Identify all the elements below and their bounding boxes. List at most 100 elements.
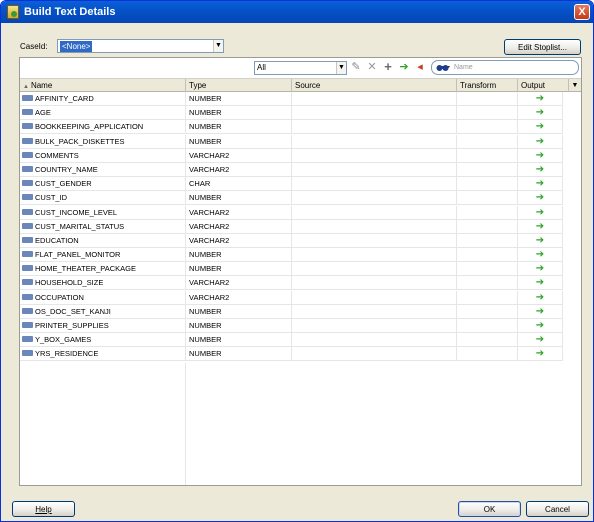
cell-source[interactable]	[292, 205, 457, 220]
cell-transform[interactable]	[457, 276, 518, 291]
cell-type[interactable]: VARCHAR2	[186, 148, 292, 163]
ok-button[interactable]: OK	[458, 501, 521, 517]
cell-output[interactable]: ➔	[518, 233, 563, 248]
cell-output[interactable]: ➔	[518, 319, 563, 333]
table-row[interactable]: AGE NUMBER ➔	[20, 106, 581, 121]
cell-type[interactable]: NUMBER	[186, 106, 292, 121]
cell-output[interactable]: ➔	[518, 162, 563, 177]
table-row[interactable]: CUST_INCOME_LEVEL VARCHAR2 ➔	[20, 205, 581, 220]
add-icon[interactable]: +	[382, 60, 394, 73]
cell-output[interactable]: ➔	[518, 219, 563, 234]
edit-stoplist-button[interactable]: Edit Stoplist...	[504, 39, 581, 55]
cell-type[interactable]: NUMBER	[186, 248, 292, 263]
cell-type[interactable]: VARCHAR2	[186, 205, 292, 220]
column-header-type[interactable]: Type	[186, 79, 292, 92]
cell-name[interactable]: BOOKKEEPING_APPLICATION	[20, 120, 186, 135]
cell-type[interactable]: NUMBER	[186, 92, 292, 106]
column-menu-icon[interactable]: ▼	[569, 79, 581, 92]
cell-name[interactable]: HOUSEHOLD_SIZE	[20, 276, 186, 291]
green-arrow-icon[interactable]: ➔	[536, 263, 544, 274]
green-arrow-icon[interactable]: ➔	[536, 107, 544, 118]
green-arrow-icon[interactable]: ➔	[536, 334, 544, 345]
cell-name[interactable]: PRINTER_SUPPLIES	[20, 319, 186, 333]
cell-output[interactable]: ➔	[518, 262, 563, 277]
table-row[interactable]: EDUCATION VARCHAR2 ➔	[20, 233, 581, 248]
cell-source[interactable]	[292, 177, 457, 192]
table-row[interactable]: PRINTER_SUPPLIES NUMBER ➔	[20, 319, 581, 333]
cell-output[interactable]: ➔	[518, 333, 563, 348]
cell-type[interactable]: VARCHAR2	[186, 219, 292, 234]
cell-name[interactable]: CUST_MARITAL_STATUS	[20, 219, 186, 234]
close-button[interactable]: X	[574, 4, 590, 20]
cell-source[interactable]	[292, 92, 457, 106]
cell-type[interactable]: VARCHAR2	[186, 233, 292, 248]
cell-source[interactable]	[292, 162, 457, 177]
green-arrow-icon[interactable]: ➔	[536, 121, 544, 132]
green-arrow-icon[interactable]: ➔	[536, 93, 544, 104]
green-arrow-icon[interactable]: ➔	[536, 150, 544, 161]
cell-name[interactable]: CUST_ID	[20, 191, 186, 206]
cell-source[interactable]	[292, 319, 457, 333]
cell-transform[interactable]	[457, 191, 518, 206]
green-arrow-icon[interactable]: ➔	[536, 320, 544, 331]
cell-type[interactable]: NUMBER	[186, 347, 292, 362]
cell-type[interactable]: NUMBER	[186, 333, 292, 348]
help-button[interactable]: Help	[12, 501, 75, 517]
column-header-output[interactable]: Output	[518, 79, 569, 92]
cell-name[interactable]: AFFINITY_CARD	[20, 92, 186, 106]
cell-output[interactable]: ➔	[518, 290, 563, 305]
green-arrow-icon[interactable]: ➔	[536, 306, 544, 317]
cell-transform[interactable]	[457, 333, 518, 348]
cell-transform[interactable]	[457, 347, 518, 362]
cell-transform[interactable]	[457, 219, 518, 234]
cell-transform[interactable]	[457, 106, 518, 121]
cell-name[interactable]: AGE	[20, 106, 186, 121]
cell-output[interactable]: ➔	[518, 148, 563, 163]
cell-output[interactable]: ➔	[518, 134, 563, 149]
green-arrow-icon[interactable]: ➔	[536, 164, 544, 175]
chevron-down-icon[interactable]: ▼	[213, 40, 223, 52]
cell-source[interactable]	[292, 262, 457, 277]
table-row[interactable]: COMMENTS VARCHAR2 ➔	[20, 148, 581, 163]
cancel-button[interactable]: Cancel	[526, 501, 589, 517]
cell-name[interactable]: CUST_INCOME_LEVEL	[20, 205, 186, 220]
cell-name[interactable]: OCCUPATION	[20, 290, 186, 305]
cell-type[interactable]: CHAR	[186, 177, 292, 192]
cell-type[interactable]: NUMBER	[186, 120, 292, 135]
green-arrow-icon[interactable]: ➔	[536, 192, 544, 203]
table-row[interactable]: OCCUPATION VARCHAR2 ➔	[20, 290, 581, 305]
cell-type[interactable]: NUMBER	[186, 319, 292, 333]
cell-transform[interactable]	[457, 92, 518, 106]
filter-dropdown[interactable]: All ▼	[254, 61, 347, 75]
cell-type[interactable]: VARCHAR2	[186, 276, 292, 291]
table-row[interactable]: AFFINITY_CARD NUMBER ➔	[20, 92, 581, 106]
cell-name[interactable]: HOME_THEATER_PACKAGE	[20, 262, 186, 277]
caseid-dropdown[interactable]: <None> ▼	[57, 39, 224, 53]
cell-type[interactable]: VARCHAR2	[186, 162, 292, 177]
cell-transform[interactable]	[457, 290, 518, 305]
cell-source[interactable]	[292, 333, 457, 348]
cell-type[interactable]: NUMBER	[186, 134, 292, 149]
chevron-down-icon[interactable]: ▼	[336, 62, 346, 74]
cell-output[interactable]: ➔	[518, 304, 563, 319]
cell-name[interactable]: FLAT_PANEL_MONITOR	[20, 248, 186, 263]
green-arrow-icon[interactable]: ➔	[536, 136, 544, 147]
table-row[interactable]: Y_BOX_GAMES NUMBER ➔	[20, 333, 581, 348]
cell-name[interactable]: BULK_PACK_DISKETTES	[20, 134, 186, 149]
cell-output[interactable]: ➔	[518, 205, 563, 220]
name-search-field[interactable]: Name	[431, 60, 579, 75]
cell-name[interactable]: OS_DOC_SET_KANJI	[20, 304, 186, 319]
edit-pencil-icon[interactable]: ✎	[350, 61, 362, 73]
cell-source[interactable]	[292, 191, 457, 206]
table-row[interactable]: CUST_GENDER CHAR ➔	[20, 177, 581, 192]
cell-name[interactable]: YRS_RESIDENCE	[20, 347, 186, 362]
cell-output[interactable]: ➔	[518, 276, 563, 291]
unset-output-icon[interactable]: ◂	[414, 61, 426, 73]
green-arrow-icon[interactable]: ➔	[536, 249, 544, 260]
cell-source[interactable]	[292, 120, 457, 135]
cell-output[interactable]: ➔	[518, 347, 563, 362]
cell-transform[interactable]	[457, 120, 518, 135]
cell-source[interactable]	[292, 148, 457, 163]
table-row[interactable]: CUST_ID NUMBER ➔	[20, 191, 581, 206]
set-output-icon[interactable]: ➔	[398, 61, 410, 73]
